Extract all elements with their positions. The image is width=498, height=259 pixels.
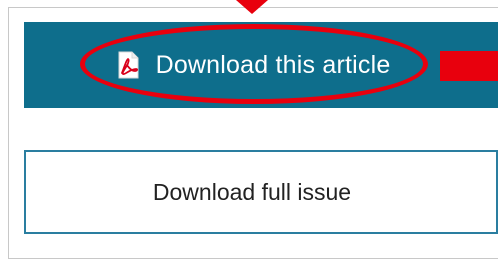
download-full-issue-label: Download full issue [152,178,352,205]
download-article-button[interactable]: Download this article [24,22,498,108]
download-article-label: Download this article [155,50,391,79]
annotation-arrow-down [236,0,268,14]
pdf-file-icon [114,51,142,79]
download-full-issue-button[interactable]: Download full issue [24,150,498,234]
download-article-content: Download this article [114,51,391,80]
annotation-arrow-left [440,51,498,81]
